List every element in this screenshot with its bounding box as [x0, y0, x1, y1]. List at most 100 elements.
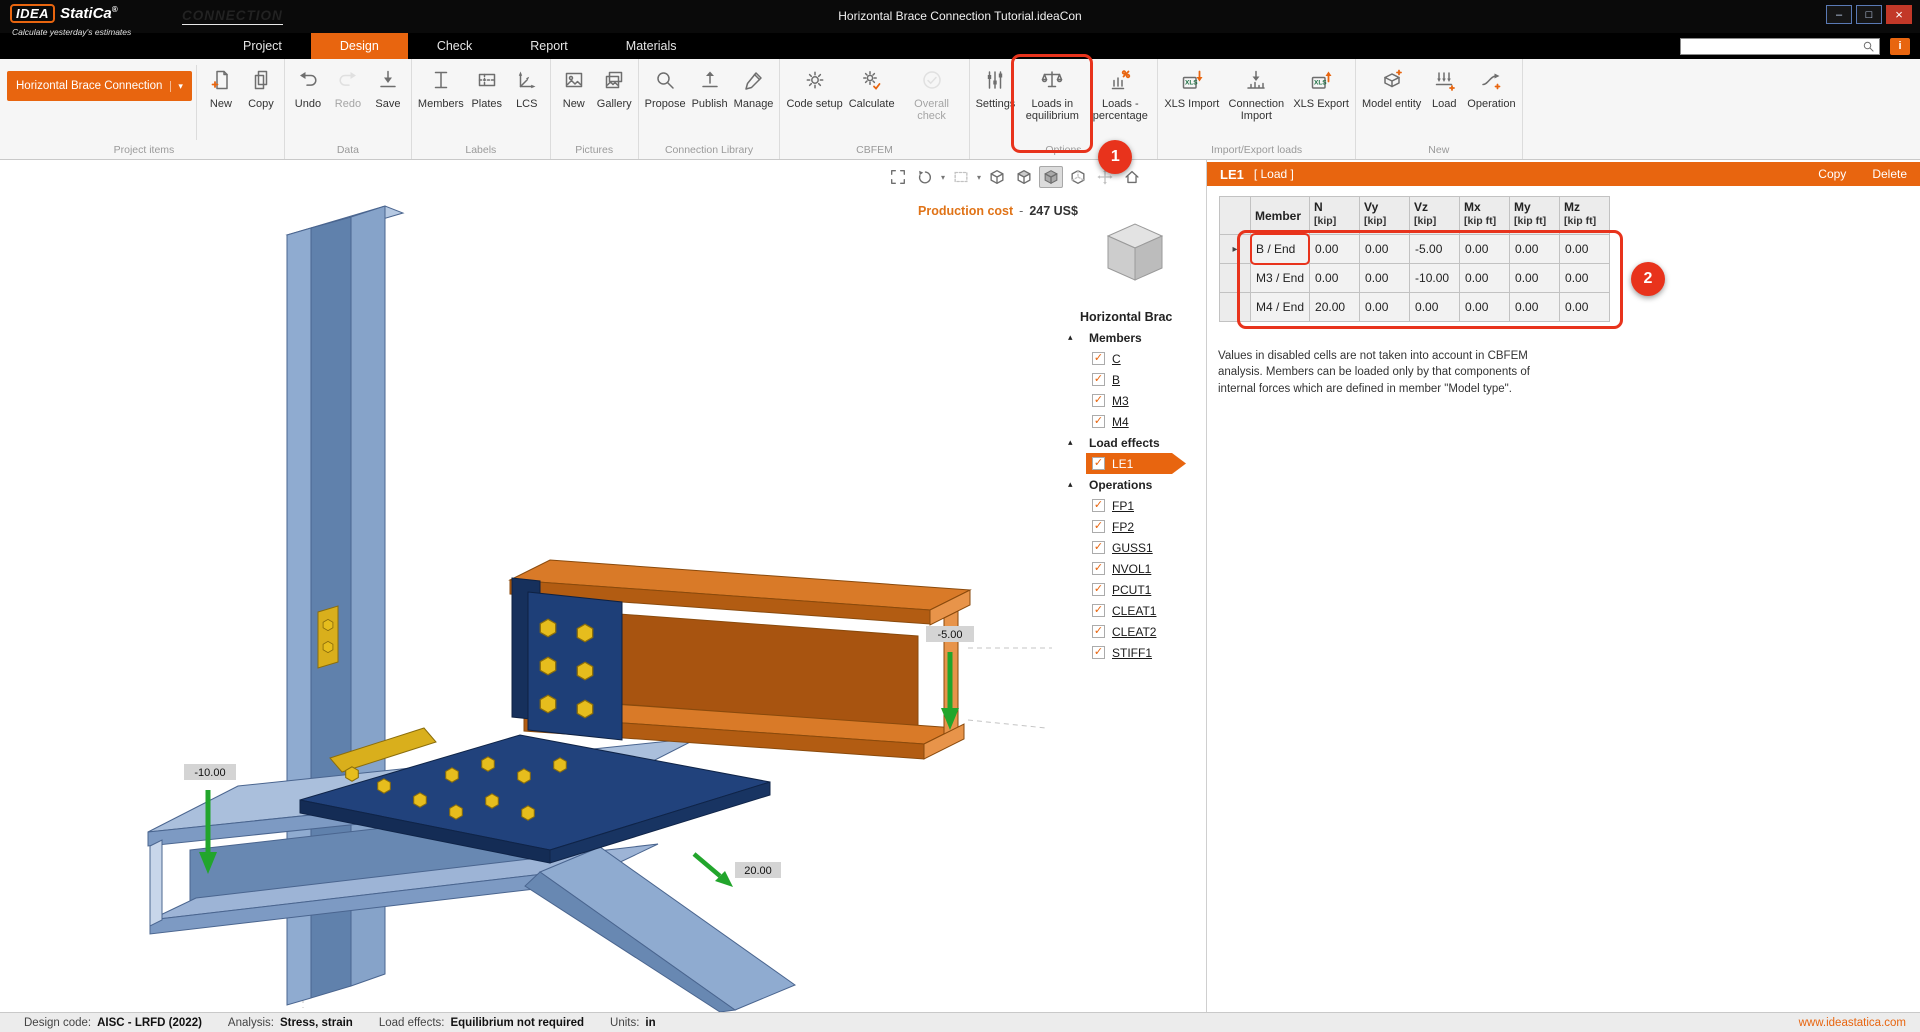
tree-item-member-b[interactable]: ✓ B: [1062, 369, 1206, 390]
load-cell-my[interactable]: 0.00: [1510, 293, 1560, 322]
connection-import-button[interactable]: Connection Import: [1222, 62, 1290, 124]
operation-checkbox[interactable]: ✓: [1092, 499, 1105, 512]
new-project-item-button[interactable]: New: [201, 62, 241, 112]
load-arrow-vz-b[interactable]: -5.00: [926, 626, 974, 730]
load-cell-vz[interactable]: -5.00: [1410, 235, 1460, 264]
copy-project-item-button[interactable]: Copy: [241, 62, 281, 112]
operation-checkbox[interactable]: ✓: [1092, 520, 1105, 533]
load-cell-n[interactable]: 0.00: [1310, 264, 1360, 293]
tree-item-operation-cleat2[interactable]: ✓ CLEAT2: [1062, 621, 1206, 642]
tree-item-member-m4[interactable]: ✓ M4: [1062, 411, 1206, 432]
tree-item-le1-selected[interactable]: ✓ LE1: [1062, 453, 1206, 474]
tree-item-member-c[interactable]: ✓ C: [1062, 348, 1206, 369]
navigation-cube[interactable]: [1100, 216, 1170, 290]
gallery-button[interactable]: Gallery: [594, 62, 635, 112]
manage-button[interactable]: Manage: [731, 62, 777, 112]
member-checkbox[interactable]: ✓: [1092, 352, 1105, 365]
info-button[interactable]: i: [1890, 38, 1910, 55]
member-checkbox[interactable]: ✓: [1092, 373, 1105, 386]
plates-labels-button[interactable]: Plates: [467, 62, 507, 112]
view-transparent-button[interactable]: [1066, 166, 1090, 188]
tree-item-member-m3[interactable]: ✓ M3: [1062, 390, 1206, 411]
load-cell-vy[interactable]: 0.00: [1360, 264, 1410, 293]
tree-section-members[interactable]: ▴ Members: [1062, 327, 1206, 348]
tree-section-load-effects[interactable]: ▴ Load effects: [1062, 432, 1206, 453]
member-checkbox[interactable]: ✓: [1092, 415, 1105, 428]
search-input[interactable]: [1685, 40, 1855, 52]
tree-item-operation-cleat1[interactable]: ✓ CLEAT1: [1062, 600, 1206, 621]
row-selector[interactable]: [1220, 264, 1251, 293]
operation-checkbox[interactable]: ✓: [1092, 604, 1105, 617]
calculate-button[interactable]: Calculate: [846, 62, 898, 112]
settings-button[interactable]: Settings: [973, 62, 1019, 112]
new-operation-button[interactable]: Operation: [1464, 62, 1518, 112]
tree-section-operations[interactable]: ▴ Operations: [1062, 474, 1206, 495]
copy-load-button[interactable]: Copy: [1818, 167, 1846, 181]
tree-expanded-icon[interactable]: ▴: [1068, 479, 1081, 490]
operation-checkbox[interactable]: ✓: [1092, 583, 1105, 596]
code-setup-button[interactable]: Code setup: [783, 62, 845, 112]
load-effect-checkbox[interactable]: ✓: [1092, 457, 1105, 470]
website-link[interactable]: www.ideastatica.com: [1799, 1017, 1906, 1029]
tree-item-operation-stiff1[interactable]: ✓ STIFF1: [1062, 642, 1206, 663]
view-solid-button[interactable]: [1039, 166, 1063, 188]
save-button[interactable]: Save: [368, 62, 408, 112]
load-cell-vz[interactable]: -10.00: [1410, 264, 1460, 293]
loads-in-equilibrium-button[interactable]: 1 Loads in equilibrium: [1018, 62, 1086, 124]
lcs-labels-button[interactable]: LCS: [507, 62, 547, 112]
operation-checkbox[interactable]: ✓: [1092, 541, 1105, 554]
maximize-button[interactable]: □: [1856, 5, 1882, 24]
undo-button[interactable]: Undo: [288, 62, 328, 112]
load-cell-mz[interactable]: 0.00: [1560, 264, 1610, 293]
load-cell-mx[interactable]: 0.00: [1460, 293, 1510, 322]
model-entity-button[interactable]: Model entity: [1359, 62, 1424, 112]
view-shaded-button[interactable]: [1012, 166, 1036, 188]
view-wireframe-button[interactable]: [985, 166, 1009, 188]
tab-design[interactable]: Design: [311, 33, 408, 59]
tree-item-operation-fp2[interactable]: ✓ FP2: [1062, 516, 1206, 537]
project-item-dropdown[interactable]: Horizontal Brace Connection ▾: [7, 71, 192, 101]
loads-percentage-button[interactable]: Loads - percentage: [1086, 62, 1154, 124]
load-cell-mx[interactable]: 0.00: [1460, 235, 1510, 264]
load-cell-mz[interactable]: 0.00: [1560, 293, 1610, 322]
tab-materials[interactable]: Materials: [597, 33, 706, 59]
viewport-3d-canvas[interactable]: -5.00 -10.00 20.00: [0, 160, 1206, 1012]
minimize-button[interactable]: –: [1826, 5, 1852, 24]
operation-checkbox[interactable]: ✓: [1092, 562, 1105, 575]
tree-expanded-icon[interactable]: ▴: [1068, 332, 1081, 343]
load-cell-mx[interactable]: 0.00: [1460, 264, 1510, 293]
zoom-extents-button[interactable]: [886, 166, 910, 188]
xls-export-button[interactable]: XLS XLS Export: [1290, 62, 1352, 112]
load-cell-vy[interactable]: 0.00: [1360, 293, 1410, 322]
operation-checkbox[interactable]: ✓: [1092, 625, 1105, 638]
new-load-button[interactable]: Load: [1424, 62, 1464, 112]
xls-import-button[interactable]: XLS XLS Import: [1161, 62, 1222, 112]
close-button[interactable]: ×: [1886, 5, 1912, 24]
load-cell-n[interactable]: 20.00: [1310, 293, 1360, 322]
publish-button[interactable]: Publish: [689, 62, 731, 112]
propose-button[interactable]: Propose: [642, 62, 689, 112]
load-cell-n[interactable]: 0.00: [1310, 235, 1360, 264]
load-cell-vz[interactable]: 0.00: [1410, 293, 1460, 322]
member-checkbox[interactable]: ✓: [1092, 394, 1105, 407]
tree-expanded-icon[interactable]: ▴: [1068, 437, 1081, 448]
tab-check[interactable]: Check: [408, 33, 501, 59]
tab-report[interactable]: Report: [501, 33, 597, 59]
load-cell-mz[interactable]: 0.00: [1560, 235, 1610, 264]
tree-item-operation-guss1[interactable]: ✓ GUSS1: [1062, 537, 1206, 558]
chevron-down-icon[interactable]: ▾: [977, 173, 981, 182]
new-picture-button[interactable]: New: [554, 62, 594, 112]
members-labels-button[interactable]: Members: [415, 62, 467, 112]
delete-load-button[interactable]: Delete: [1872, 167, 1907, 181]
tree-item-operation-pcut1[interactable]: ✓ PCUT1: [1062, 579, 1206, 600]
load-cell-my[interactable]: 0.00: [1510, 264, 1560, 293]
operation-checkbox[interactable]: ✓: [1092, 646, 1105, 659]
load-cell-my[interactable]: 0.00: [1510, 235, 1560, 264]
tree-item-operation-fp1[interactable]: ✓ FP1: [1062, 495, 1206, 516]
rotate-view-button[interactable]: [913, 166, 937, 188]
load-cell-vy[interactable]: 0.00: [1360, 235, 1410, 264]
load-arrow-n-m4[interactable]: 20.00: [694, 854, 781, 887]
connection-plates[interactable]: [512, 578, 622, 740]
row-selector[interactable]: [1220, 293, 1251, 322]
row-selector[interactable]: ▸: [1220, 235, 1251, 264]
